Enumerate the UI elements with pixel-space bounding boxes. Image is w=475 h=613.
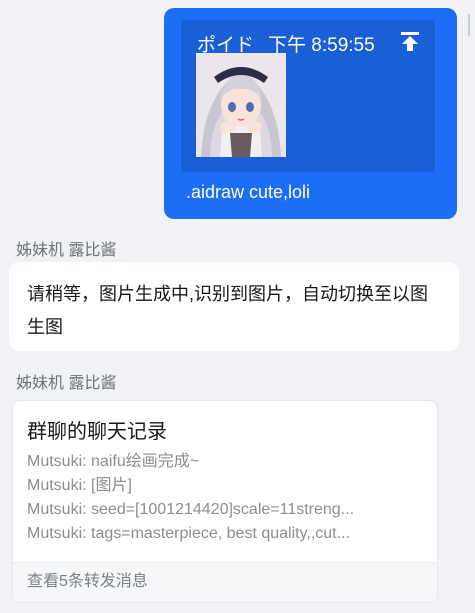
anime-girl-image	[196, 53, 286, 157]
arrow-up-to-line-icon[interactable]	[399, 30, 421, 52]
message-sender-name[interactable]: 姊妹机 露比酱	[16, 369, 116, 393]
forwarded-card-title: 群聊的聊天记录	[27, 421, 167, 443]
outgoing-message-bubble[interactable]: ポイド 下午 8:59:55 .aidraw cute,loli	[164, 8, 457, 219]
forwarded-preview-lines: Mutsuki: naifu绘画完成~ Mutsuki: [图片] Mutsuk…	[27, 450, 425, 546]
quoted-image-thumbnail[interactable]	[196, 53, 286, 157]
right-edge-scroll-indicator	[468, 14, 470, 36]
message-sender-name[interactable]: 姊妹机 露比酱	[16, 236, 116, 260]
incoming-message-bubble[interactable]: 请稍等，图片生成中,识别到图片，自动切换至以图生图	[9, 262, 459, 351]
incoming-message-text: 请稍等，图片生成中,识别到图片，自动切换至以图生图	[27, 284, 428, 337]
view-forwarded-messages-link[interactable]: 查看5条转发消息	[13, 562, 437, 602]
forwarded-preview-line: Mutsuki: naifu绘画完成~	[27, 453, 200, 470]
forwarded-preview-line: Mutsuki: seed=[1001214420]scale=11streng…	[27, 501, 355, 518]
forwarded-preview-line: Mutsuki: tags=masterpiece, best quality,…	[27, 525, 350, 542]
outgoing-message-text: .aidraw cute,loli	[186, 182, 311, 202]
reply-quote[interactable]: ポイド 下午 8:59:55	[181, 20, 435, 172]
forwarded-chat-record-card[interactable]: 群聊的聊天记录 Mutsuki: naifu绘画完成~ Mutsuki: [图片…	[12, 400, 438, 603]
forwarded-preview-line: Mutsuki: [图片]	[27, 477, 132, 494]
